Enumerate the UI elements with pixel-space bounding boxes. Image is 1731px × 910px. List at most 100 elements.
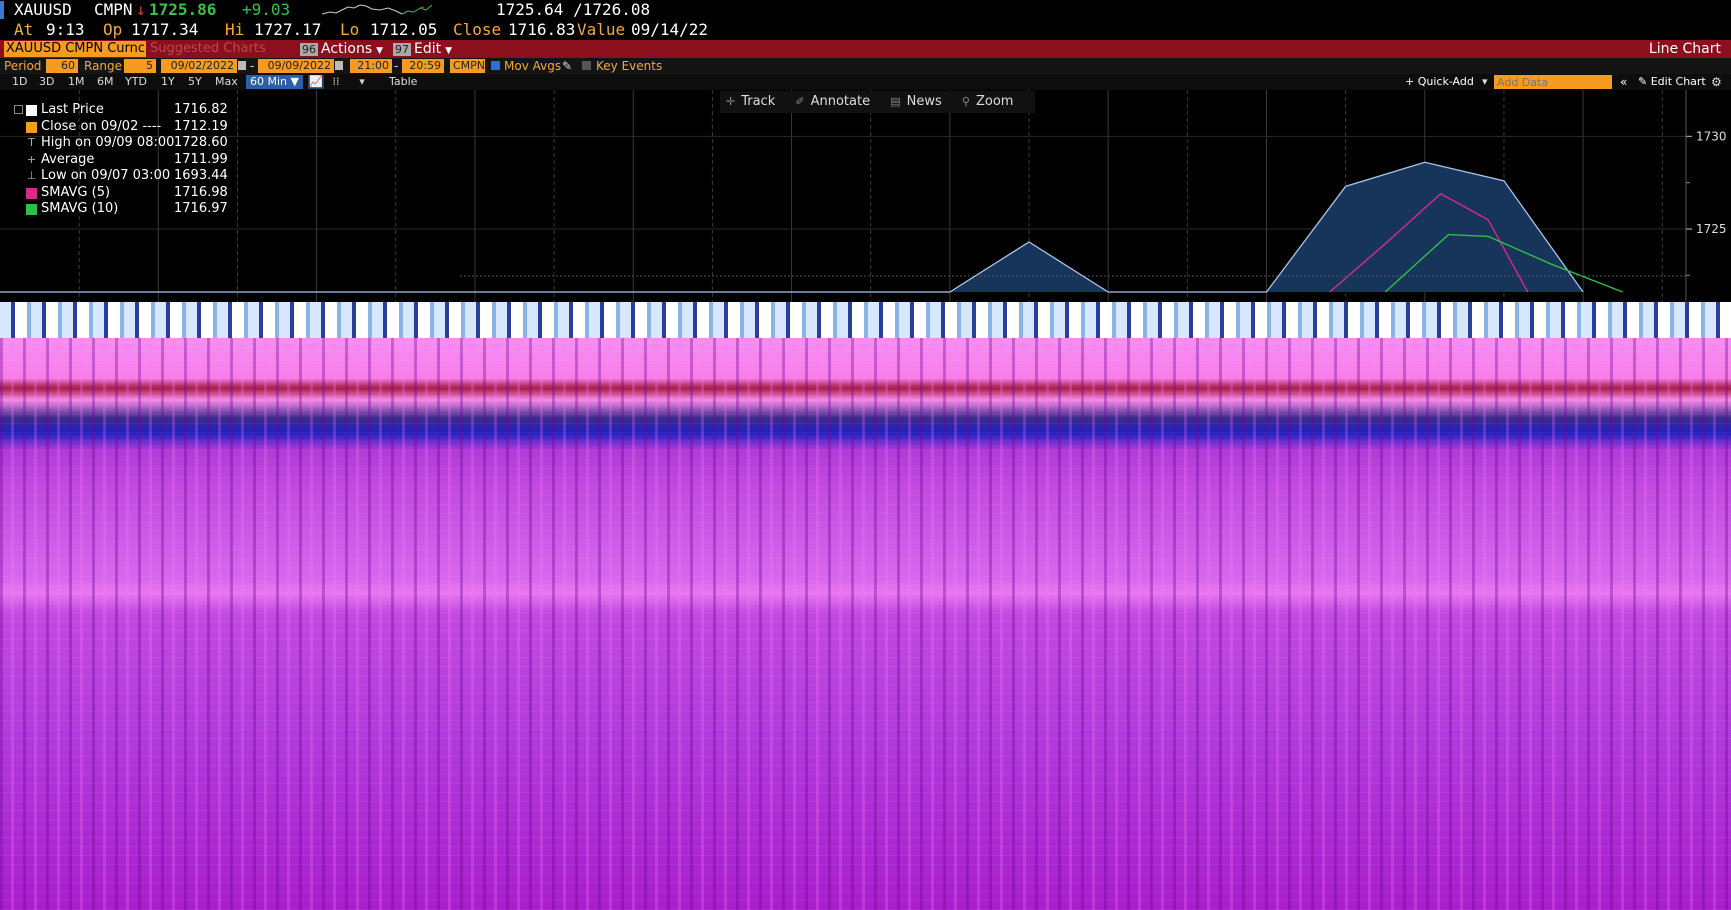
time-separator: - (394, 59, 399, 73)
legend-swatch (26, 121, 37, 133)
range-button-1y[interactable]: 1Y (161, 74, 175, 90)
y-tick-label: 1725 (1696, 222, 1727, 236)
legend-item[interactable]: + Average 1711.99 (14, 152, 228, 169)
price-chart[interactable]: 1730 1725 ✛ Track ✐ Annotate ▤ News ⚲ Zoom La… (0, 90, 1731, 302)
y-axis: 1730 1725 (1686, 129, 1727, 276)
range-button-3d[interactable]: 3D (39, 74, 54, 90)
actions-menu[interactable]: 96 Actions ▼ (300, 40, 383, 58)
news-icon: ▤ (890, 95, 901, 108)
interval-select[interactable]: 60 Min ▼ (246, 75, 303, 89)
legend-value: 1712.19 (174, 118, 228, 134)
chevron-down-icon[interactable]: ▾ (354, 75, 370, 89)
open-value: 1717.34 (131, 20, 199, 39)
range-button-ytd[interactable]: YTD (125, 74, 147, 90)
period-field[interactable]: 60 (46, 59, 78, 73)
line-chart-icon[interactable]: 📈 (308, 75, 324, 89)
y-tick-label: 1730 (1696, 129, 1727, 143)
range-button-1d[interactable]: 1D (12, 74, 27, 90)
range-toolbar: 1D 3D 1M 6M YTD 1Y 5Y Max 60 Min ▼ 📈 ⁞⁞ … (0, 74, 1731, 90)
interval-value: 60 Min (250, 75, 288, 88)
actions-menu-number: 96 (300, 43, 318, 56)
legend-label: SMAVG (10) (41, 201, 119, 216)
pencil-icon: ✐ (795, 95, 805, 108)
suggested-charts-link[interactable]: Suggested Charts (150, 40, 266, 58)
legend-label: Low on 09/07 03:00 (41, 168, 171, 183)
calendar-icon[interactable] (335, 61, 343, 70)
track-tool[interactable]: ✛ Track (726, 91, 775, 113)
source-field[interactable]: CMPN (450, 59, 485, 73)
start-date-field[interactable]: 09/02/2022 (161, 59, 237, 73)
low-label: Lo (340, 20, 360, 39)
security-indicator (0, 1, 4, 19)
value-date-label: Value (577, 20, 626, 39)
security-input[interactable] (4, 41, 146, 57)
range-button-max[interactable]: Max (215, 74, 238, 90)
end-date-field[interactable]: 09/09/2022 (258, 59, 334, 73)
pencil-icon: ✎ (1638, 75, 1651, 88)
key-events-checkbox[interactable] (582, 61, 591, 70)
annotate-tool[interactable]: ✐ Annotate (795, 91, 870, 113)
quote-time: 9:13 (46, 20, 85, 39)
legend-value: 1716.97 (174, 201, 228, 216)
intraday-sparkline (322, 4, 433, 15)
add-data-input[interactable] (1494, 75, 1612, 89)
down-arrow-icon: ↓ (136, 0, 146, 19)
actions-menu-label: Actions (321, 41, 373, 57)
chart-canvas[interactable]: 1730 1725 (0, 90, 1731, 302)
edit-chart-button[interactable]: ✎ Edit Chart (1638, 74, 1706, 90)
pencil-icon[interactable]: ✎ (562, 58, 572, 74)
table-button[interactable]: Table (389, 74, 417, 90)
legend-item[interactable]: Last Price 1716.82 (14, 102, 228, 119)
mov-avgs-label[interactable]: Mov Avgs (504, 58, 561, 74)
high-label: Hi (225, 20, 245, 39)
collapse-icon[interactable]: « (1620, 74, 1627, 90)
chevron-down-icon: ▼ (376, 46, 384, 56)
annotate-label: Annotate (810, 94, 871, 109)
legend-swatch (26, 105, 37, 116)
mov-avgs-checkbox[interactable] (491, 61, 500, 70)
range-button-1m[interactable]: 1M (68, 74, 85, 90)
range-button-5y[interactable]: 5Y (188, 74, 202, 90)
legend-item[interactable]: ⊥ Low on 09/07 03:00 1693.44 (14, 168, 228, 185)
value-date: 09/14/22 (631, 20, 709, 39)
high-value: 1727.17 (254, 20, 322, 39)
quick-add-button[interactable]: + Quick-Add (1405, 74, 1474, 90)
legend-marker-icon: + (26, 152, 37, 166)
legend-label: Close on 09/02 ---- (41, 118, 162, 134)
gear-icon[interactable]: ⚙ (1711, 74, 1722, 90)
key-events-label[interactable]: Key Events (596, 58, 662, 74)
legend-item[interactable]: T High on 09/09 08:00 1728.60 (14, 135, 228, 152)
calendar-icon[interactable] (238, 61, 246, 70)
edit-menu[interactable]: 97 Edit ▼ (393, 40, 452, 58)
range-button-6m[interactable]: 6M (97, 74, 114, 90)
open-label: Op (103, 20, 123, 39)
track-label: Track (741, 94, 776, 109)
range-field[interactable]: 5 (124, 59, 156, 73)
legend-item[interactable]: SMAVG (10) 1716.97 (14, 201, 228, 218)
zoom-tool[interactable]: ⚲ Zoom (962, 91, 1014, 113)
edit-chart-label: Edit Chart (1650, 75, 1706, 88)
start-time-field[interactable]: 21:00 (350, 59, 392, 73)
close-label: Close (453, 20, 502, 39)
last-price: 1725.86 (149, 0, 217, 19)
legend-label: Last Price (41, 102, 104, 117)
view-title: Line Chart (1648, 41, 1721, 57)
quote-header: XAUUSD CMPN ↓ 1725.86 +9.03 1725.64 /172… (0, 0, 1731, 40)
edit-menu-label: Edit (414, 41, 442, 57)
end-time-field[interactable]: 20:59 (402, 59, 444, 73)
news-tool[interactable]: ▤ News (890, 91, 942, 113)
legend-value: 1716.98 (174, 184, 228, 200)
search-icon: ⚲ (961, 95, 970, 108)
legend-item[interactable]: Close on 09/02 ---- 1712.19 (14, 119, 228, 136)
legend-label: High on 09/09 08:00 (41, 135, 175, 150)
time-label: At (14, 20, 34, 39)
legend-item[interactable]: SMAVG (5) 1716.98 (14, 185, 228, 202)
bar-chart-icon[interactable]: ⁞⁞ (328, 75, 344, 89)
ticker[interactable]: XAUUSD (14, 0, 72, 20)
legend-rows: Last Price 1716.82 Close on 09/02 ---- 1712… (14, 102, 228, 218)
range-label: Range (84, 59, 123, 73)
legend-value: 1716.82 (174, 102, 228, 117)
legend-value: 1728.60 (174, 135, 228, 150)
legend-swatch (26, 204, 37, 215)
legend-value: 1693.44 (174, 168, 228, 183)
